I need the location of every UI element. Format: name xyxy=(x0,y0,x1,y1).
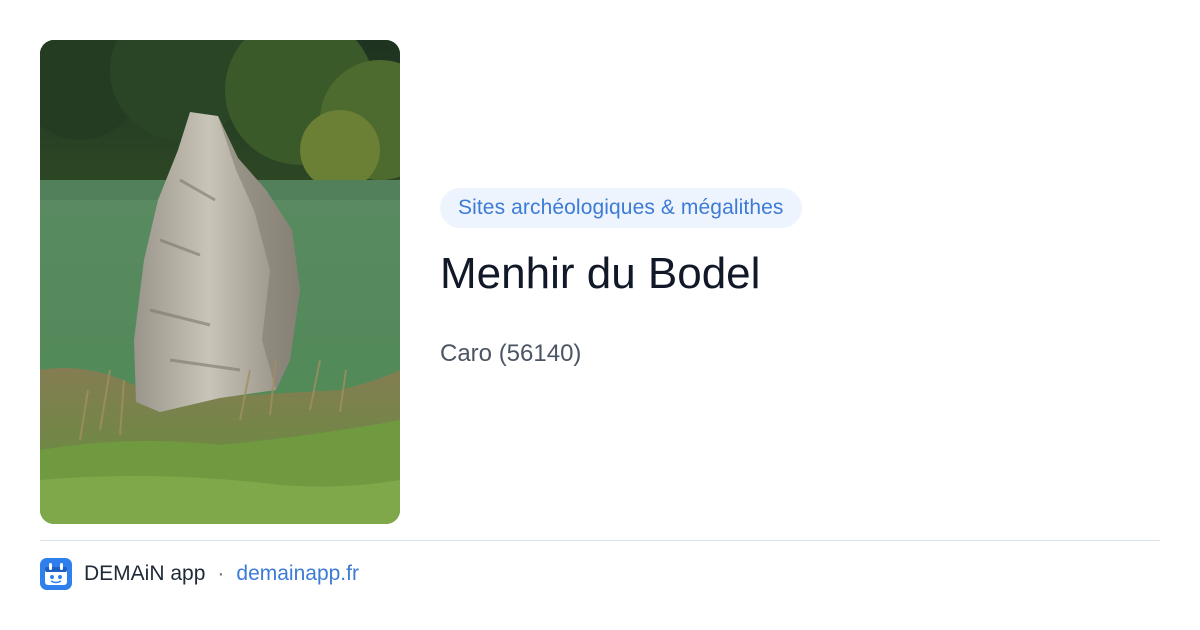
demain-app-logo-icon xyxy=(40,558,72,590)
place-title: Menhir du Bodel xyxy=(440,249,761,298)
footer-divider xyxy=(40,540,1160,541)
place-info: Sites archéologiques & mégalithes Menhir… xyxy=(440,188,1160,370)
menhir-photo-image xyxy=(40,40,400,524)
category-badge[interactable]: Sites archéologiques & mégalithes xyxy=(440,188,802,228)
footer-separator: · xyxy=(217,562,225,585)
app-name: DEMAiN app xyxy=(84,562,206,585)
footer: DEMAiN app · demainapp.fr xyxy=(40,557,359,591)
share-card: Sites archéologiques & mégalithes Menhir… xyxy=(0,0,1200,630)
site-link[interactable]: demainapp.fr xyxy=(236,562,359,586)
place-location: Caro (56140) xyxy=(440,340,582,367)
place-photo xyxy=(40,40,400,524)
